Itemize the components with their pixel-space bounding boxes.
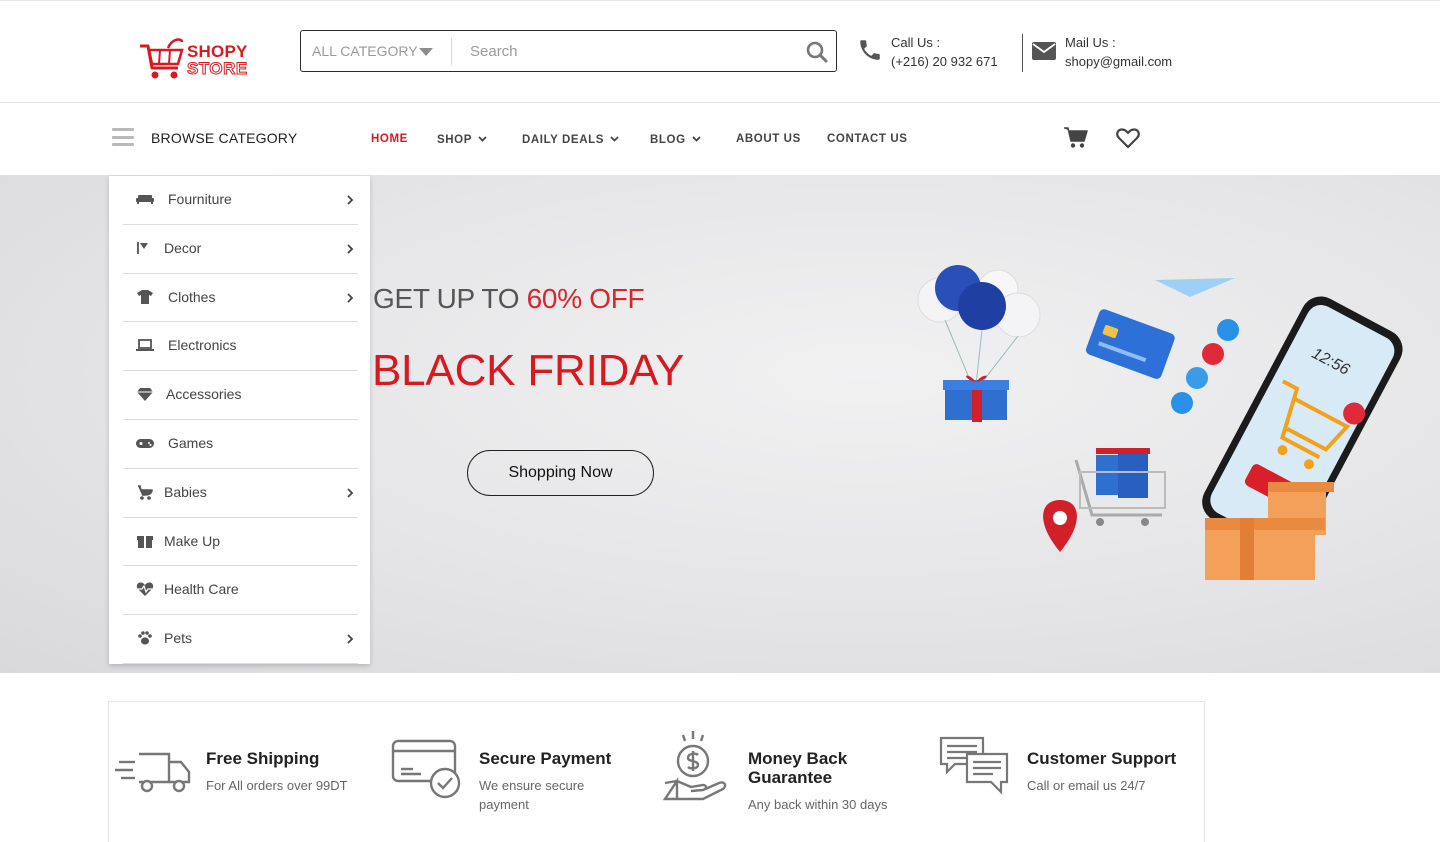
category-label: Pets [164,630,193,647]
chevron-right-icon [347,192,354,210]
nav-contact-us-label: CONTACT US [827,133,908,145]
category-accessories[interactable]: Accessories [123,371,358,420]
nav-blog[interactable]: BLOG [650,133,701,146]
chevron-down-icon [478,133,487,145]
online-shopping-illustration: 12:56 [917,265,1403,580]
heartbeat-icon [136,581,154,597]
feature-title: Money Back Guarantee [748,749,848,787]
wishlist-heart-icon[interactable] [1116,128,1140,154]
category-make-up[interactable]: Make Up [123,518,358,567]
nav-shop[interactable]: SHOP [437,133,487,146]
chevron-down-icon [610,133,619,145]
category-label: Accessories [166,386,242,403]
category-label: Make Up [164,532,221,549]
mail-us-block: Mail Us : shopy@gmail.com [1065,33,1172,71]
call-us-block: Call Us : (+216) 20 932 671 [891,33,998,71]
laptop-icon [136,337,154,353]
search-divider [451,38,452,65]
search-bar: ALL CATEGORY [300,30,837,72]
feature-title: Secure Payment [479,749,612,768]
nav-daily-deals[interactable]: DAILY DEALS [522,133,619,146]
category-clothes[interactable]: Clothes [123,274,358,323]
category-pets[interactable]: Pets [123,615,358,664]
feature-title: Customer Support [1027,749,1177,768]
feature-subtitle: For All orders over 99DT [206,778,348,793]
paw-icon [136,630,154,646]
chevron-right-icon [347,485,354,503]
tshirt-icon [136,289,154,305]
top-header: SHOPY STORE ALL CATEGORY Call Us : (+216… [0,0,1440,103]
category-fourniture[interactable]: Fourniture [123,176,358,225]
credit-card-icon [391,739,465,806]
gift-icon [136,533,154,549]
search-icon[interactable] [806,41,828,68]
category-label: Games [168,435,214,451]
hero-promo-discount: 60% OFF [526,283,645,314]
chevron-right-icon [347,631,354,649]
hero-headline: BLACK FRIDAY [372,346,685,395]
category-health-care[interactable]: Health Care [123,566,358,616]
feature-subtitle: Any back within 30 days [748,797,888,812]
hamburger-menu-icon[interactable] [112,128,134,146]
phone-icon [857,37,883,68]
nav-contact-us[interactable]: CONTACT US [827,133,908,145]
category-dropdown-menu: Fourniture Decor Clothes Electronics Acc… [109,176,370,664]
chevron-down-icon [691,133,701,145]
paint-roller-icon [136,240,154,256]
category-games[interactable]: Games [123,420,358,469]
nav-about-us[interactable]: ABOUT US [736,133,801,145]
chat-bubbles-icon [939,736,1011,801]
caret-down-icon[interactable] [419,48,433,56]
category-select[interactable]: ALL CATEGORY [312,43,418,59]
category-label: Fourniture [168,191,232,207]
search-input[interactable] [459,37,789,65]
feature-title: Free Shipping [206,749,320,768]
chevron-right-icon [347,241,354,259]
category-label: Babies [164,483,207,500]
baby-carriage-icon [136,484,154,500]
feature-subtitle: We ensure secure payment [479,778,585,812]
delivery-truck-icon [115,748,193,799]
logo-text-store: STORE [187,59,248,79]
nav-shop-label: SHOP [437,134,472,146]
hero-promo-prefix: GET UP TO [373,283,527,314]
shopy-store-logo[interactable]: SHOPY STORE [138,38,253,84]
shopping-cart-logo-icon [140,38,184,79]
nav-blog-label: BLOG [650,134,686,146]
feature-subtitle: Call or email us 24/7 [1027,778,1146,793]
mail-us-address[interactable]: shopy@gmail.com [1065,52,1172,71]
gamepad-icon [136,435,154,451]
category-decor[interactable]: Decor [123,225,358,274]
chevron-right-icon [347,290,354,308]
category-label: Clothes [168,288,216,305]
category-label: Electronics [168,337,237,354]
nav-daily-deals-label: DAILY DEALS [522,134,605,146]
nav-home-label: HOME [371,133,408,145]
category-babies[interactable]: Babies [123,469,358,518]
nav-about-us-label: ABOUT US [736,133,801,145]
shopping-now-button[interactable]: Shopping Now [467,450,654,496]
features-strip: Free Shipping For All orders over 99DT S… [108,701,1205,842]
mail-icon [1032,42,1056,65]
contact-divider [1022,34,1023,72]
category-label: Health Care [164,581,239,598]
call-us-number[interactable]: (+216) 20 932 671 [891,52,998,71]
sofa-icon [136,191,154,207]
mail-us-label: Mail Us : [1065,35,1116,50]
nav-home[interactable]: HOME [371,133,408,145]
call-us-label: Call Us : [891,35,941,50]
browse-category-button[interactable]: BROWSE CATEGORY [151,130,297,146]
money-hand-icon [662,729,729,808]
cart-icon[interactable] [1064,127,1088,154]
hero-promo-line: GET UP TO 60% OFF [373,283,645,315]
gem-icon [136,386,154,402]
category-electronics[interactable]: Electronics [123,322,358,372]
balloons-illustration [917,265,1041,422]
category-label: Decor [164,239,202,256]
